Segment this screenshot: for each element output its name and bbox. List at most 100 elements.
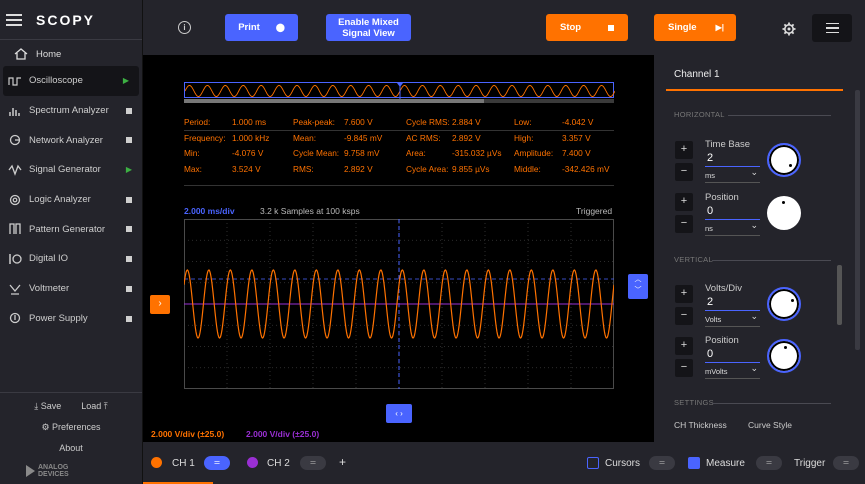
sidebar-item-signal-generator[interactable]: Signal Generator ▶ xyxy=(0,155,142,185)
measurement-divider xyxy=(184,130,614,131)
ch2-color-indicator xyxy=(247,457,258,468)
time-base-knob[interactable] xyxy=(767,143,801,177)
stop-square-icon xyxy=(608,24,614,31)
h-position-unit-select[interactable]: ns xyxy=(705,220,760,236)
add-channel-button[interactable]: + xyxy=(339,455,346,469)
measure-checkbox[interactable] xyxy=(688,457,700,469)
measurement-column-2: Peak-peak: 7.600 V Mean: -9.845 mV Cycle M… xyxy=(293,117,383,174)
power-icon xyxy=(9,313,21,324)
printer-icon: ⬤ xyxy=(275,23,285,32)
volts-div-unit-select[interactable]: Volts xyxy=(705,311,760,327)
volts-div-label: Volts/Div xyxy=(705,283,742,294)
trigger-position-handle[interactable]: ‹ › xyxy=(386,404,412,423)
menu-button[interactable] xyxy=(812,14,852,42)
measure-label: Measure xyxy=(706,458,745,469)
stopped-indicator-icon xyxy=(126,285,132,292)
volts-div-input[interactable]: 2 xyxy=(705,296,760,311)
v-position-knob[interactable] xyxy=(767,339,801,373)
overview-scroll-thumb[interactable] xyxy=(184,99,484,103)
measurement-column-3: Cycle RMS: 2.884 V AC RMS: 2.892 V Area: -3… xyxy=(406,117,502,174)
enable-mixed-signal-button[interactable]: Enable Mixed Signal View xyxy=(326,14,411,41)
channel-settings-panel: Channel 1 HORIZONTAL + − Time Base 2 ms … xyxy=(654,55,865,442)
network-icon xyxy=(9,135,21,146)
ch1-scale-label: 2.000 V/div (±25.0) xyxy=(151,429,225,439)
overview-scrollbar[interactable] xyxy=(184,99,614,103)
ch1-settings-toggle[interactable]: ⚌ xyxy=(204,456,230,470)
cursors-settings-toggle[interactable]: ⚌ xyxy=(649,456,675,470)
sidebar-item-power-supply[interactable]: Power Supply xyxy=(0,304,142,334)
pattern-icon xyxy=(9,223,21,235)
v-position-unit-select[interactable]: mVolts xyxy=(705,363,760,379)
sidebar-item-network-analyzer[interactable]: Network Analyzer xyxy=(0,125,142,155)
measurement-column-1: Period: 1.000 ms Frequency: 1.000 kHz Min:… xyxy=(184,117,270,174)
sidebar-item-label: Logic Analyzer xyxy=(29,194,91,206)
running-indicator-icon: ▶ xyxy=(122,76,129,86)
ch2-label: CH 2 xyxy=(267,458,290,469)
panel-scrollbar[interactable] xyxy=(837,265,842,325)
sidebar-item-voltmeter[interactable]: Voltmeter xyxy=(0,274,142,304)
load-button[interactable]: Load ⤒ xyxy=(81,401,108,412)
time-per-div-label: 2.000 ms/div xyxy=(184,206,235,216)
measure-settings-toggle[interactable]: ⚌ xyxy=(756,456,782,470)
sidebar-item-spectrum-analyzer[interactable]: Spectrum Analyzer xyxy=(0,96,142,126)
stopped-indicator-icon xyxy=(126,196,132,203)
spectrum-icon xyxy=(9,107,20,116)
v-position-decrement-button[interactable]: − xyxy=(675,359,693,377)
gear-icon[interactable] xyxy=(782,22,796,36)
sidebar-item-home[interactable]: Home xyxy=(0,42,142,66)
load-icon: ⤒ xyxy=(101,401,108,411)
trigger-label: Trigger xyxy=(794,458,826,469)
time-base-unit-select[interactable]: ms xyxy=(705,167,760,183)
sidebar-item-label: Pattern Generator xyxy=(29,223,106,235)
volts-div-knob[interactable] xyxy=(767,287,801,321)
ch-thickness-label: CH Thickness xyxy=(674,420,727,430)
ch1-offset-handle[interactable]: › xyxy=(150,295,170,314)
ch2-settings-toggle[interactable]: ⚌ xyxy=(300,456,326,470)
sidebar-header: SCOPY xyxy=(0,0,142,40)
save-button[interactable]: ⤓ Save xyxy=(34,401,61,412)
print-button[interactable]: Print ⬤ xyxy=(225,14,298,41)
signal-generator-icon xyxy=(8,164,22,176)
time-base-decrement-button[interactable]: − xyxy=(675,163,693,181)
time-base-input[interactable]: 2 xyxy=(705,152,760,167)
sample-rate-label: 3.2 k Samples at 100 ksps xyxy=(260,206,360,216)
waveform-plot[interactable] xyxy=(183,218,615,390)
h-position-increment-button[interactable]: + xyxy=(675,193,693,211)
app-logo: SCOPY xyxy=(36,11,96,28)
sidebar-item-label: Spectrum Analyzer xyxy=(29,105,109,117)
volts-div-increment-button[interactable]: + xyxy=(675,285,693,303)
trigger-settings-toggle[interactable]: ⚌ xyxy=(833,456,859,470)
panel-title: Channel 1 xyxy=(674,69,720,80)
single-button[interactable]: Single ▶| xyxy=(654,14,736,41)
v-position-increment-button[interactable]: + xyxy=(675,337,693,355)
waveform-overview[interactable] xyxy=(184,82,616,99)
time-base-increment-button[interactable]: + xyxy=(675,141,693,159)
sidebar-item-digital-io[interactable]: Digital IO xyxy=(0,244,142,274)
info-icon[interactable]: i xyxy=(178,21,191,34)
sidebar-item-label: Oscilloscope xyxy=(29,75,83,87)
gear-icon: ⚙ xyxy=(41,422,53,432)
about-button[interactable]: About xyxy=(0,443,142,453)
cursors-checkbox[interactable] xyxy=(587,457,599,469)
h-position-decrement-button[interactable]: − xyxy=(675,215,693,233)
trigger-level-handle[interactable]: ︿ ﹀ xyxy=(628,274,648,299)
stopped-indicator-icon xyxy=(126,256,132,263)
home-icon xyxy=(14,48,28,60)
right-scrollbar[interactable] xyxy=(855,90,860,350)
volts-div-decrement-button[interactable]: − xyxy=(675,307,693,325)
tool-list: Oscilloscope ▶ Spectrum Analyzer Network… xyxy=(0,66,142,333)
hamburger-icon[interactable] xyxy=(6,13,22,26)
v-position-label: Position xyxy=(705,335,739,346)
sidebar-item-pattern-generator[interactable]: Pattern Generator xyxy=(0,214,142,244)
h-position-input[interactable]: 0 xyxy=(705,205,760,220)
sidebar-item-oscilloscope[interactable]: Oscilloscope ▶ xyxy=(3,66,139,96)
stop-button[interactable]: Stop xyxy=(546,14,628,41)
overview-trigger-arrow xyxy=(397,83,403,87)
sidebar-item-logic-analyzer[interactable]: Logic Analyzer xyxy=(0,185,142,215)
h-position-knob[interactable] xyxy=(767,196,801,230)
step-forward-icon: ▶| xyxy=(715,23,724,32)
sidebar-item-label: Power Supply xyxy=(29,312,88,324)
preferences-button[interactable]: ⚙ Preferences xyxy=(0,422,142,433)
v-position-input[interactable]: 0 xyxy=(705,348,760,363)
measurement-column-4: Low: -4.042 V High: 3.357 V Amplitude: 7.40… xyxy=(514,117,610,174)
